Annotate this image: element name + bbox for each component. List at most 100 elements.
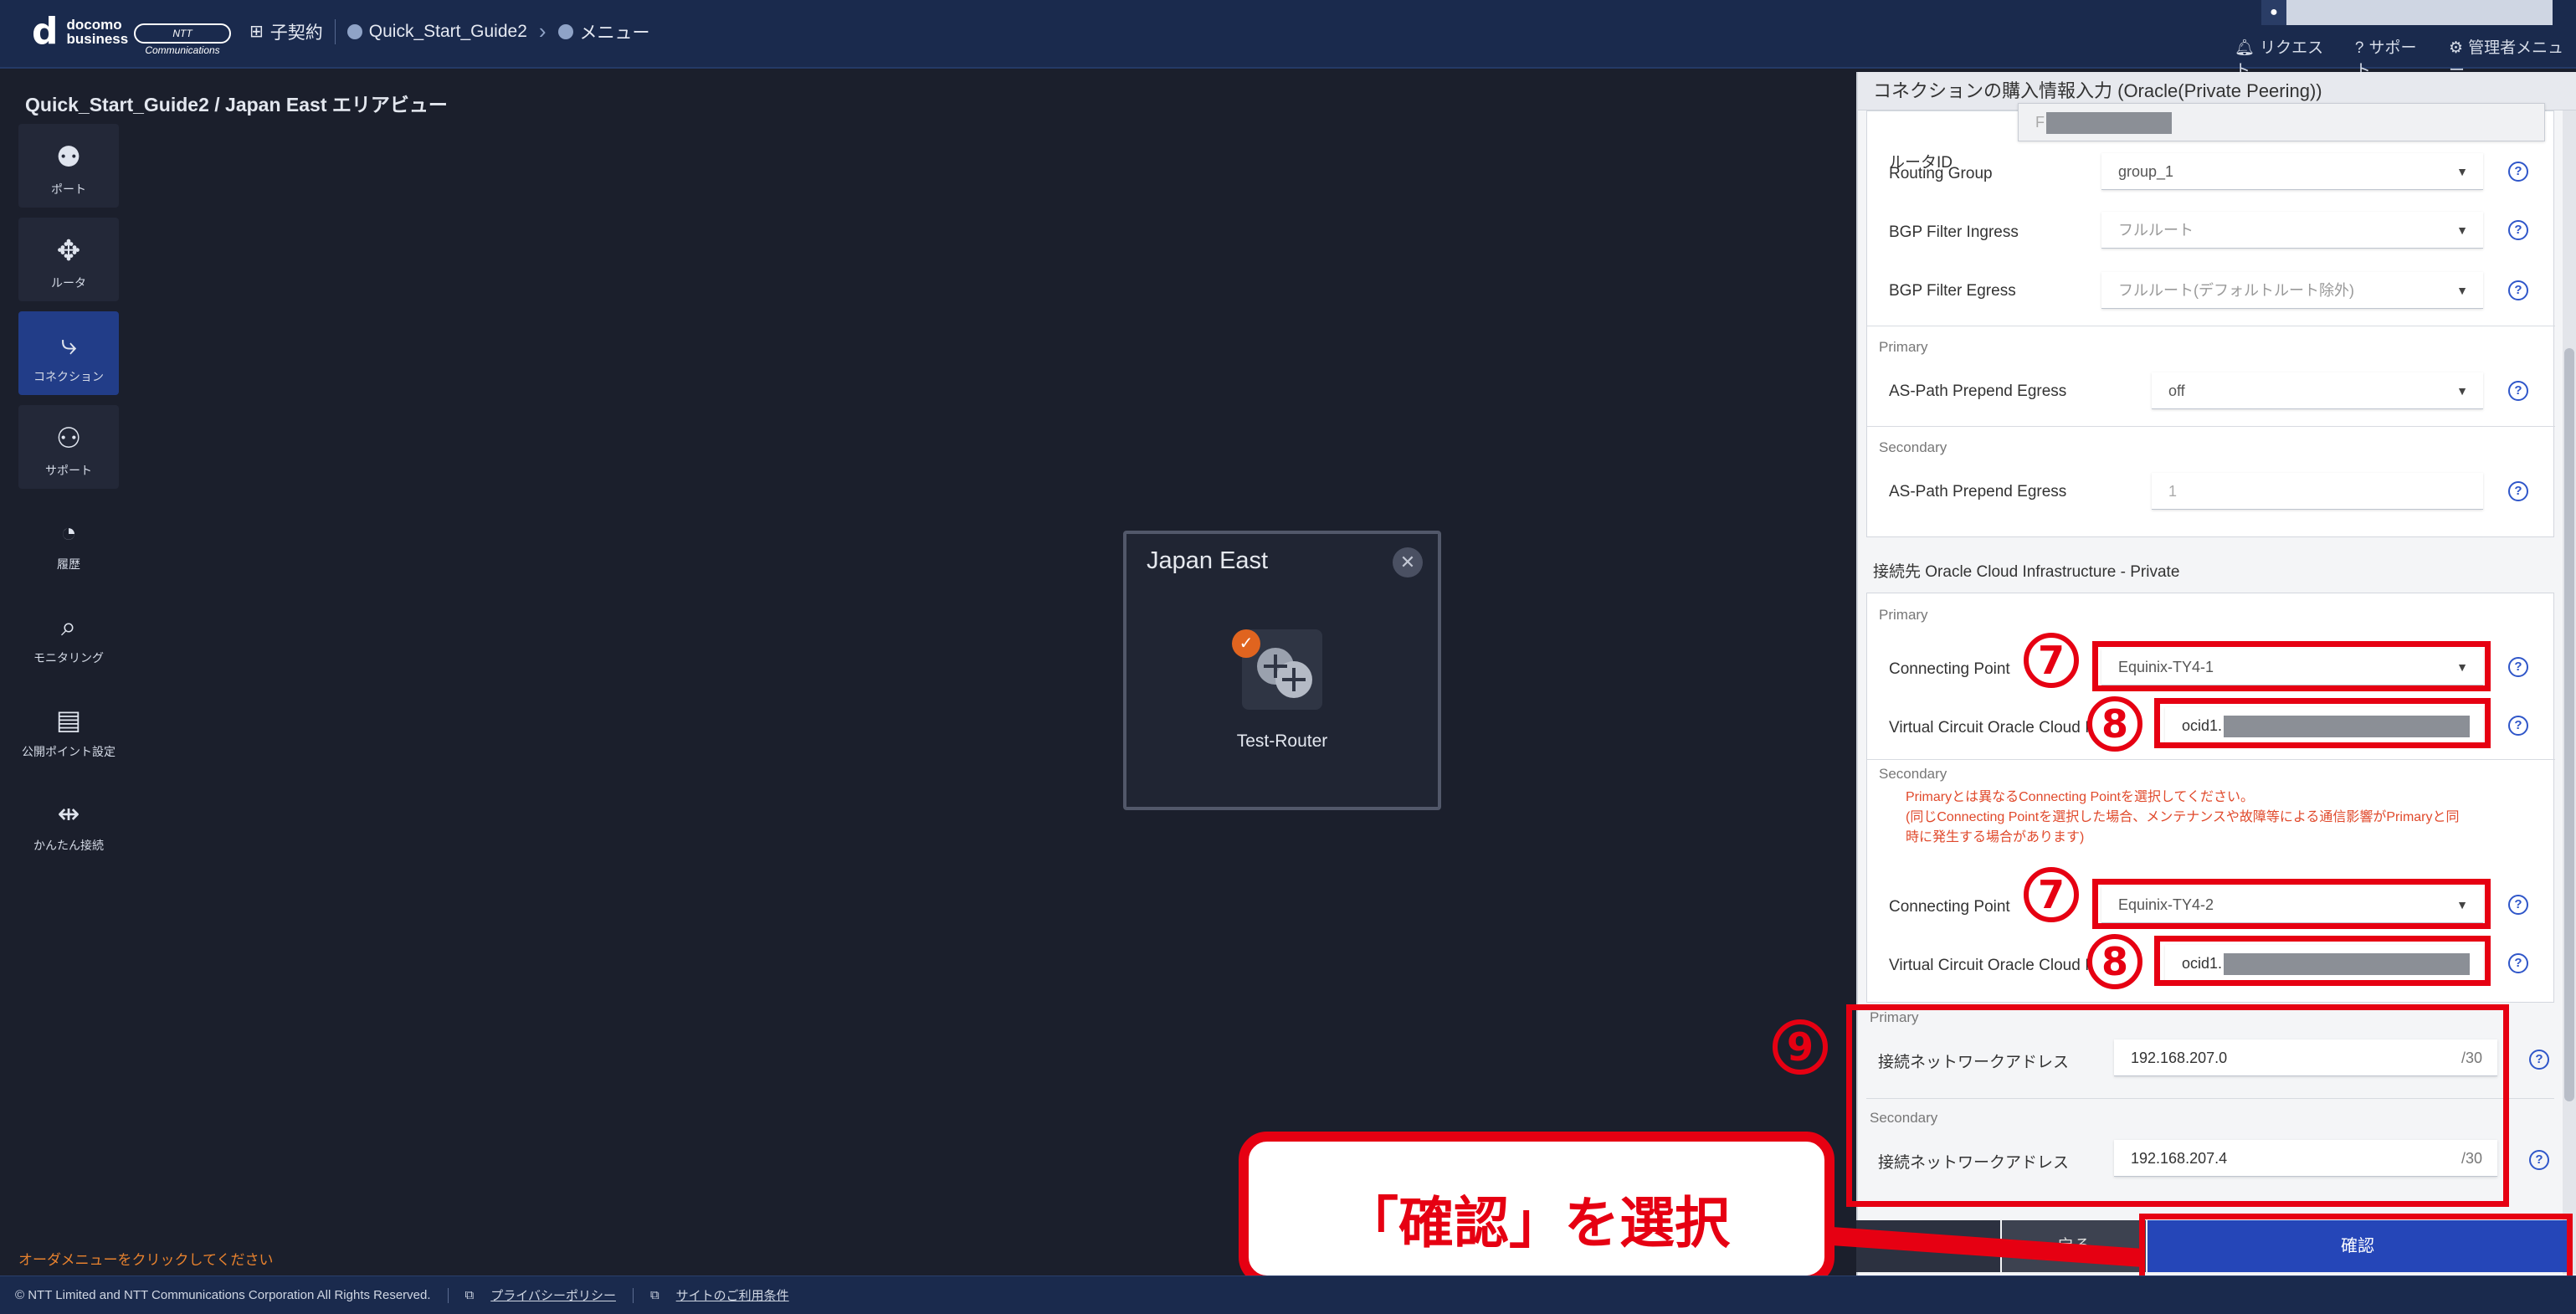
external-link-icon: ⧉ [649,1288,659,1302]
order-menu-hint: オーダメニューをクリックしてください [18,1252,274,1268]
vc-primary-help-icon[interactable]: ? [2508,716,2528,736]
destination-title: 接続先 Oracle Cloud Infrastructure - Privat… [1873,563,2180,581]
bell-icon: 🔔︎ [2235,39,2255,57]
routing-group-select[interactable]: group_1 ▼ [2101,153,2483,190]
router-id-field: F [2018,103,2545,141]
panel-scrollbar[interactable] [2563,110,2576,1274]
logo-line1: docomo [66,17,122,33]
bgp-ingress-select[interactable]: フルルート ▼ [2101,212,2483,249]
divider [1867,426,2555,427]
header-nav: ⊞ 子契約 Quick_Start_Guide2 › メニュー [249,18,650,44]
bgp-egress-select[interactable]: フルルート(デフォルトルート除外) ▼ [2101,272,2483,309]
cp-secondary-label: Connecting Point [1889,898,2010,916]
top-header: d docomo business NTT Communications ⊞ 子… [0,0,2576,80]
nav-menu[interactable]: メニュー [557,19,650,44]
caret-down-icon: ▼ [2456,284,2468,297]
external-link-icon: ⧉ [464,1288,475,1302]
callout-select-confirm: 「確認」を選択 [1239,1132,1835,1286]
net-primary-help-icon[interactable]: ? [2529,1050,2549,1070]
divider [1867,759,2555,760]
routing-group-help-icon[interactable]: ? [2508,162,2528,182]
highlight-cp-secondary [2092,879,2491,929]
sidebar-item-port[interactable]: ⚉ ポート [18,124,119,208]
vc-primary-label: Virtual Circuit Oracle Cloud ID [1889,719,2101,737]
bgp-ingress-help-icon[interactable]: ? [2508,220,2528,240]
sidebar-item-connection[interactable]: ⤷ コネクション [18,311,119,395]
callout-text: 「確認」を選択 [1343,1191,1730,1255]
bgp-ingress-label: BGP Filter Ingress [1889,223,2019,241]
step-9-marker: 9 [1773,1019,1828,1075]
vc-secondary-help-icon[interactable]: ? [2508,953,2528,973]
terms-link[interactable]: サイトのご利用条件 [676,1286,789,1304]
highlight-network-address [1846,1004,2509,1207]
step-8-marker: 8 [2087,934,2142,989]
hierarchy-icon: ⊞ [249,23,264,41]
docomo-business-logo[interactable]: d docomo business [32,13,128,50]
close-icon[interactable]: ✕ [1393,547,1423,577]
routing-group-label: Routing Group [1889,165,1993,182]
footer: © NTT Limited and NTT Communications Cor… [0,1276,2576,1314]
logo-line2: business [66,31,129,47]
router-settings-card: ルータID F Routing Group group_1 ▼ ? BGP Fil… [1866,103,2555,537]
sidebar-item-easy-connect[interactable]: ⇹ かんたん接続 [18,780,119,864]
side-menu: ⚉ ポート ✥ ルータ ⤷ コネクション ⚇ サポート ◔ 履歴 ⌕ モニタリン… [18,124,119,874]
vc-secondary-label: Virtual Circuit Oracle Cloud ID [1889,957,2101,974]
sidebar-item-history[interactable]: ◔ 履歴 [18,499,119,583]
primary-label: Primary [1879,607,1928,623]
net-secondary-help-icon[interactable]: ? [2529,1150,2549,1170]
privacy-policy-link[interactable]: プライバシーポリシー [490,1286,616,1304]
sidebar-item-monitoring[interactable]: ⌕ モニタリング [18,593,119,676]
highlight-vc-primary [2154,698,2491,748]
aspath-secondary-field: 1 [2152,473,2483,510]
aspath-primary-select[interactable]: off ▼ [2152,372,2483,409]
tenant-icon [346,23,362,39]
footer-divider [632,1287,634,1303]
question-icon: ? [2354,39,2364,57]
monitoring-icon: ⌕ [61,611,76,641]
user-name-field[interactable] [2261,0,2553,25]
caret-down-icon: ▼ [2456,384,2468,398]
secondary-label: Secondary [1879,766,1947,782]
nav-divider [334,18,336,44]
area-title: Japan East [1147,547,1269,574]
user-icon: ● [2261,0,2286,25]
support-icon: ⚇ [55,423,82,454]
easy-connect-icon: ⇹ [57,798,80,829]
public-point-icon: ▤ [55,705,82,735]
cp-primary-label: Connecting Point [1889,660,2010,678]
router-label: Test-Router [1236,731,1328,751]
sidebar-item-public-point[interactable]: ▤ 公開ポイント設定 [18,686,119,770]
primary-label: Primary [1879,339,1928,355]
aspath-primary-label: AS-Path Prepend Egress [1889,382,2067,400]
aspath-secondary-help-icon[interactable]: ? [2508,481,2528,501]
chevron-right-icon: › [538,18,547,44]
aspath-primary-help-icon[interactable]: ? [2508,381,2528,401]
sidebar-item-router[interactable]: ✥ ルータ [18,218,119,301]
highlight-cp-primary [2092,641,2491,691]
router-node[interactable]: ✓ [1232,629,1332,713]
copyright: © NTT Limited and NTT Communications Cor… [15,1288,431,1302]
gear-icon: ⚙ [2449,39,2464,57]
cp-secondary-help-icon[interactable]: ? [2508,895,2528,915]
bgp-egress-label: BGP Filter Egress [1889,282,2016,300]
check-icon: ✓ [1232,629,1260,658]
caret-down-icon: ▼ [2456,165,2468,178]
connection-icon: ⤷ [60,329,77,361]
router-icon: ✥ [56,235,81,267]
port-icon: ⚉ [55,141,82,173]
area-box: Japan East ✕ ✓ Test-Router [1123,531,1441,810]
page-title: Quick_Start_Guide2 / Japan East エリアビュー [25,94,448,115]
aspath-secondary-label: AS-Path Prepend Egress [1889,483,2067,500]
redacted-router-id [2046,112,2172,135]
cp-primary-help-icon[interactable]: ? [2508,657,2528,677]
step-8-marker: 8 [2087,696,2142,752]
nav-subcontract[interactable]: ⊞ 子契約 [249,19,323,44]
nav-tenant[interactable]: Quick_Start_Guide2 [346,22,527,42]
scroll-thumb[interactable] [2564,348,2574,1101]
footer-divider [447,1287,449,1303]
bgp-egress-help-icon[interactable]: ? [2508,280,2528,300]
menu-icon [557,23,573,39]
caret-down-icon: ▼ [2456,223,2468,237]
sidebar-item-support[interactable]: ⚇ サポート [18,405,119,489]
logo-mark: d [32,10,59,53]
